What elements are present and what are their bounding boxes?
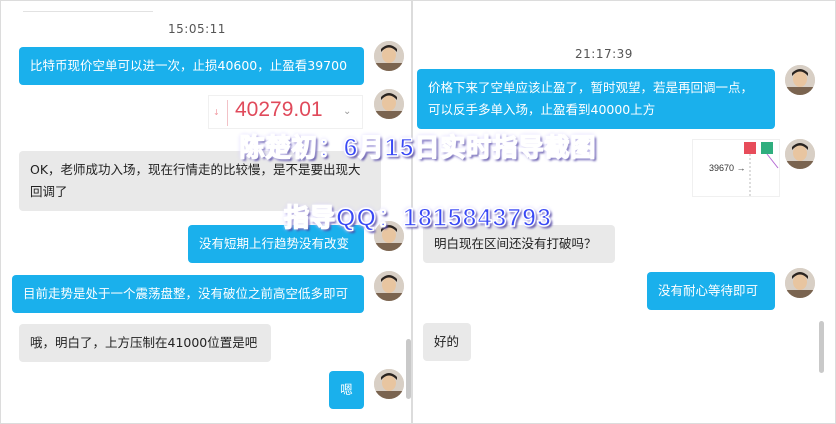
arrow-down-icon: ↓ [213, 108, 220, 117]
avatar[interactable] [374, 271, 404, 301]
divider [23, 11, 153, 12]
avatar[interactable] [785, 139, 815, 169]
message-bubble-incoming[interactable]: OK，老师成功入场，现在行情走的比较慢，是不是要出现大回调了 [19, 151, 381, 211]
chat-pane-left: 15:05:11 比特币现价空单可以进一次，止损40600，止盈看39700 ↓… [0, 0, 412, 424]
chevron-down-icon: ⌄ [343, 106, 352, 117]
avatar-image [374, 221, 404, 251]
avatar[interactable] [374, 221, 404, 251]
price-screenshot: ↓ 40279.01 ⌄ [208, 95, 363, 129]
message-bubble-incoming[interactable]: 好的 [423, 323, 471, 361]
avatar-image [785, 268, 815, 298]
avatar-image [374, 41, 404, 71]
message-bubble-outgoing[interactable]: 没有短期上行趋势没有改变 [188, 225, 364, 263]
avatar-image [374, 369, 404, 399]
avatar[interactable] [785, 268, 815, 298]
message-bubble-outgoing[interactable]: 目前走势是处于一个震荡盘整，没有破位之前高空低多即可 [12, 275, 364, 313]
chart-screenshot: 39670 → [692, 139, 780, 197]
chat-pane-right: 21:17:39 价格下来了空单应该止盈了，暂时观望，若是再回调一点，可以反手多… [412, 0, 836, 424]
price-value: 40279.01 [235, 98, 323, 121]
scrollbar[interactable] [406, 339, 411, 399]
timestamp: 15:05:11 [168, 22, 226, 36]
message-bubble-outgoing[interactable]: 没有耐心等待即可 [647, 272, 775, 310]
avatar-image [785, 65, 815, 95]
divider [227, 100, 228, 126]
avatar[interactable] [374, 41, 404, 71]
message-bubble-incoming[interactable]: 哦，明白了，上方压制在41000位置是吧 [19, 324, 271, 362]
message-bubble-outgoing[interactable]: 价格下来了空单应该止盈了，暂时观望，若是再回调一点，可以反手多单入场，止盈看到4… [417, 69, 775, 129]
message-bubble-outgoing[interactable]: 嗯 [329, 371, 364, 409]
avatar-image [374, 271, 404, 301]
price-label: 39670 → [709, 163, 746, 173]
avatar-image [374, 89, 404, 119]
message-bubble-incoming[interactable]: 明白现在区间还没有打破吗？ [423, 225, 615, 263]
avatar[interactable] [374, 89, 404, 119]
avatar[interactable] [374, 369, 404, 399]
timestamp: 21:17:39 [575, 47, 633, 61]
avatar[interactable] [785, 65, 815, 95]
message-bubble-outgoing[interactable]: 比特币现价空单可以进一次，止损40600，止盈看39700 [19, 47, 364, 85]
avatar-image [785, 139, 815, 169]
scrollbar[interactable] [819, 321, 824, 373]
